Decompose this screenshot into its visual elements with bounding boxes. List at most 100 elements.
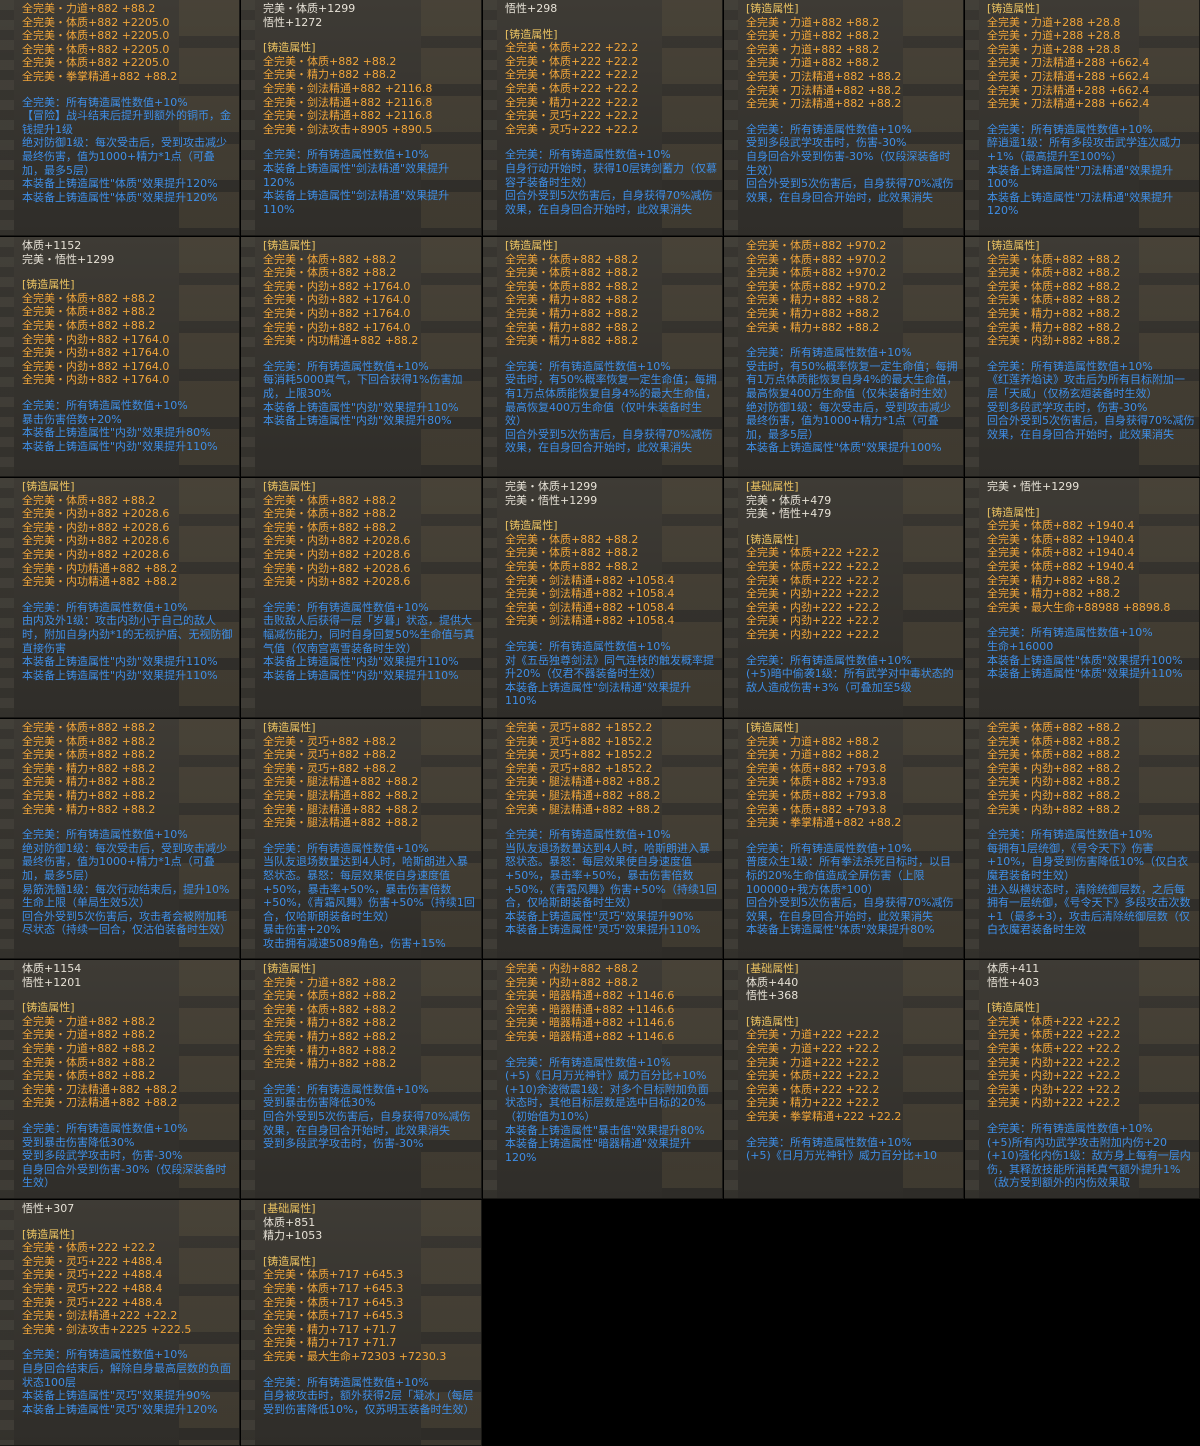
item-tooltip-panel: 悟性+307 [铸造属性] 全完美・体质+222 +22.2 全完美・灵巧+222 +… xyxy=(0,1200,240,1446)
forge-attribute-line: 全完美・腿法精通+882 +88.2 xyxy=(263,816,419,830)
forge-attribute-line: 全完美・精力+882 +88.2 xyxy=(746,293,880,307)
forge-attribute-line: 全完美・内劲+882 +88.2 xyxy=(987,775,1121,789)
base-attribute-line: 体质+440 xyxy=(746,975,799,989)
effect-description-line: 全完美：所有铸造属性数值+10% xyxy=(505,639,671,653)
section-heading: [铸造属性] xyxy=(987,239,1040,252)
forge-attribute-line: 全完美・体质+222 +22.2 xyxy=(746,1069,880,1083)
forge-attribute-line: 全完美・内劲+222 +22.2 xyxy=(746,600,880,614)
forge-attribute-line: 全完美・力道+882 +88.2 xyxy=(746,42,880,56)
effect-description-line: 全完美：所有铸造属性数值+10% xyxy=(22,1348,188,1362)
forge-attribute-line: 全完美・体质+882 +88.2 xyxy=(22,318,156,332)
effect-description-line: 【冒险】战斗结束后提升到额外的铜币，金钱提升1级 xyxy=(22,109,231,136)
forge-attribute-line: 全完美・体质+882 +88.2 xyxy=(263,54,397,68)
effect-description-line: 全完美：所有铸造属性数值+10% xyxy=(746,122,912,136)
effect-description-line: 全完美：所有铸造属性数值+10% xyxy=(263,359,429,373)
item-tooltip-panel: 全完美・体质+882 +88.2 全完美・体质+882 +88.2 全完美・体质+8… xyxy=(965,719,1200,959)
forge-attribute-line: 全完美・体质+882 +88.2 xyxy=(263,266,397,280)
effect-description-line: 本装备上铸造属性"内劲"效果提升110% xyxy=(22,668,218,682)
section-heading: [铸造属性] xyxy=(505,27,558,41)
section-heading: [基础属性] xyxy=(746,962,799,975)
item-tooltip-panel: 全完美・内劲+882 +88.2 全完美・内劲+882 +88.2 全完美・暗器精通… xyxy=(483,960,723,1199)
effect-description-line: 回合外受到5次伤害后，自身获得70%减伤效果，在自身回合开始时，此效果消失 xyxy=(987,414,1195,441)
section-heading: [铸造属性] xyxy=(22,278,75,292)
section-heading: [铸造属性] xyxy=(746,2,799,15)
forge-attribute-line: 全完美・内劲+882 +1764.0 xyxy=(22,346,170,360)
forge-attribute-line: 全完美・内劲+882 +2028.6 xyxy=(22,520,170,534)
forge-attribute-line: 全完美・灵巧+882 +1852.2 xyxy=(505,721,653,734)
item-tooltip-panel: [铸造属性] 全完美・体质+882 +88.2 全完美・体质+882 +88.2 全完… xyxy=(241,237,482,477)
effect-description-line: 全完美：所有铸造属性数值+10% xyxy=(22,828,188,842)
forge-attribute-line: 全完美・力道+882 +88.2 xyxy=(746,748,880,762)
effect-description-line: 绝对防御1级：每次受击后，受到攻击减少最终伤害，值为1000+精力*1点（可叠加… xyxy=(22,136,227,177)
forge-attribute-line: 全完美・力道+222 +22.2 xyxy=(746,1028,880,1042)
forge-attribute-line: 全完美・体质+882 +970.2 xyxy=(746,266,887,280)
item-tooltip-panel: [铸造属性] 全完美・灵巧+882 +88.2 全完美・灵巧+882 +88.2 全完… xyxy=(241,719,482,959)
effect-description-line: 全完美：所有铸造属性数值+10% xyxy=(746,653,912,667)
forge-attribute-line: 全完美・体质+882 +88.2 xyxy=(263,989,397,1003)
base-attribute-line: 完美・悟性+1299 xyxy=(987,480,1080,493)
forge-attribute-line: 全完美・力道+222 +22.2 xyxy=(746,1055,880,1069)
forge-attribute-line: 全完美・体质+222 +22.2 xyxy=(746,546,880,560)
forge-attribute-line: 全完美・体质+717 +645.3 xyxy=(263,1281,404,1295)
forge-attribute-line: 全完美・精力+882 +88.2 xyxy=(263,1043,397,1057)
effect-description-line: 本装备上铸造属性"体质"效果提升120% xyxy=(22,177,218,191)
forge-attribute-line: 全完美・体质+882 +88.2 xyxy=(22,291,156,305)
effect-description-line: 受到多段武学攻击时，伤害-30% xyxy=(746,136,907,150)
forge-attribute-line: 全完美・力道+288 +28.8 xyxy=(987,29,1121,43)
effect-description-line: 暴击伤害倍数+20% xyxy=(22,412,122,426)
forge-attribute-line: 全完美・内劲+882 +88.2 xyxy=(505,975,639,989)
effect-description-line: 本装备上铸造属性"剑法精通"效果提升110% xyxy=(505,680,692,708)
item-tooltip-panel: [基础属性] 体质+440 悟性+368 [铸造属性] 全完美・力道+222 +22.2… xyxy=(724,960,964,1199)
effect-description-line: (+5)《日月万光神针》威力百分比+10% xyxy=(505,1069,707,1083)
forge-attribute-line: 全完美・体质+882 +88.2 xyxy=(263,493,397,507)
effect-description-line: 绝对防御1级：每次受击后，受到攻击减少最终伤害，值为1000+精力*1点（可叠加… xyxy=(746,400,951,441)
forge-attribute-line: 全完美・内劲+882 +1764.0 xyxy=(22,332,170,346)
forge-attribute-line: 全完美・力道+882 +88.2 xyxy=(746,56,880,70)
base-attribute-line: 悟性+368 xyxy=(746,989,799,1003)
forge-attribute-line: 全完美・体质+882 +88.2 xyxy=(22,748,156,762)
forge-attribute-line: 全完美・暗器精通+882 +1146.6 xyxy=(505,1002,675,1016)
effect-description-line: (+5)所有内功武学攻击附加内伤+20 xyxy=(987,1135,1168,1149)
forge-attribute-line: 全完美・体质+222 +22.2 xyxy=(746,1082,880,1096)
base-attribute-line: 体质+411 xyxy=(987,962,1040,975)
forge-attribute-line: 全完美・体质+222 +22.2 xyxy=(987,1028,1121,1042)
forge-attribute-line: 全完美・内劲+882 +1764.0 xyxy=(22,373,170,387)
forge-attribute-line: 全完美・精力+882 +88.2 xyxy=(263,1057,397,1071)
forge-attribute-line: 全完美・内劲+882 +2028.6 xyxy=(22,507,170,521)
forge-attribute-line: 全完美・体质+222 +22.2 xyxy=(22,1241,156,1255)
section-heading: [铸造属性] xyxy=(263,1254,316,1268)
forge-attribute-line: 全完美・体质+882 +970.2 xyxy=(746,239,887,252)
section-heading: [铸造属性] xyxy=(263,41,316,55)
section-heading: [铸造属性] xyxy=(987,1001,1040,1015)
forge-attribute-line: 全完美・力道+288 +28.8 xyxy=(987,42,1121,56)
effect-description-line: 本装备上铸造属性"体质"效果提升100% xyxy=(746,441,942,455)
forge-attribute-line: 全完美・内劲+222 +22.2 xyxy=(987,1055,1121,1069)
effect-description-line: 全完美：所有铸造属性数值+10% xyxy=(746,841,912,855)
effect-description-line: 本装备上铸造属性"暗器精通"效果提升120% xyxy=(505,1137,692,1164)
effect-description-line: 全完美：所有铸造属性数值+10% xyxy=(263,148,429,162)
section-heading: [铸造属性] xyxy=(505,519,558,533)
forge-attribute-line: 全完美・精力+882 +88.2 xyxy=(987,587,1121,601)
item-tooltip-panel: 体质+1152 完美・悟性+1299 [铸造属性] 全完美・体质+882 +88.2 全… xyxy=(0,237,240,477)
forge-attribute-line: 全完美・暗器精通+882 +1146.6 xyxy=(505,1029,675,1043)
effect-description-line: 本装备上铸造属性"刀法精通"效果提升120% xyxy=(987,190,1174,218)
section-heading: [铸造属性] xyxy=(746,1014,799,1028)
item-tooltip-panel: [基础属性] 体质+851 精力+1053 [铸造属性] 全完美・体质+717 +645… xyxy=(241,1200,482,1446)
forge-attribute-line: 全完美・精力+882 +88.2 xyxy=(263,1029,397,1043)
forge-attribute-line: 全完美・体质+882 +88.2 xyxy=(22,1055,156,1069)
effect-description-line: 醉逍遥1级：所有多段攻击武学连次威力+1%（最高提升至100%） xyxy=(987,136,1181,163)
section-heading: [铸造属性] xyxy=(263,480,316,493)
item-tooltip-panel: 完美・悟性+1299 [铸造属性] 全完美・体质+882 +1940.4 全完美・体质… xyxy=(965,478,1200,718)
item-tooltip-panel: [铸造属性] 全完美・力道+288 +28.8 全完美・力道+288 +28.8 全完… xyxy=(965,0,1200,236)
